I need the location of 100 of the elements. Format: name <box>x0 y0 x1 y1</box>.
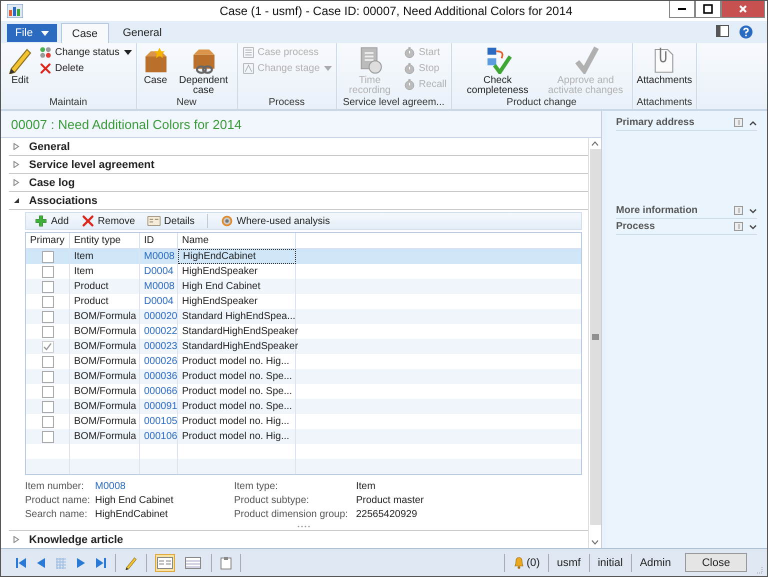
column-header[interactable]: Entity type <box>70 233 140 248</box>
checkbox[interactable] <box>42 430 54 442</box>
previous-record-icon[interactable] <box>35 556 47 568</box>
scroll-down-icon[interactable] <box>591 540 599 545</box>
table-row[interactable]: Item M0008 HighEndCabinet <box>26 249 581 264</box>
checkbox[interactable] <box>42 250 54 262</box>
field-label: Product name: <box>25 495 92 508</box>
checkbox[interactable] <box>42 266 54 278</box>
id-link[interactable]: 000091 <box>140 399 178 414</box>
checkbox[interactable] <box>42 370 54 382</box>
plus-icon <box>34 214 48 228</box>
table-cell: BOM/Formula <box>70 429 140 444</box>
ribbon-tab[interactable]: General <box>112 23 172 43</box>
table-cell: Product model no. Spe... <box>178 399 296 414</box>
expand-arrow-icon <box>13 143 20 150</box>
factbox-header[interactable]: Process <box>616 219 757 235</box>
toolbar-button[interactable]: Remove <box>80 214 136 228</box>
ribbon-button[interactable]: Case <box>140 46 170 96</box>
column-header[interactable]: Name <box>178 233 296 248</box>
table-row[interactable]: BOM/Formula 000106 Product model no. Hig... <box>26 429 581 444</box>
id-link[interactable]: 000020 <box>140 309 178 324</box>
pencil-icon <box>124 556 138 570</box>
group-label: Attachments <box>636 96 692 109</box>
toolbar-button[interactable]: Where-used analysis <box>220 214 330 228</box>
id-link[interactable]: 000106 <box>140 429 178 444</box>
table-row[interactable]: BOM/Formula 000091 Product model no. Spe... <box>26 399 581 414</box>
field-label: Product dimension group: <box>234 509 349 522</box>
checkbox[interactable] <box>42 356 54 368</box>
table-row[interactable]: BOM/Formula 000020 Standard HighEndSpea... <box>26 309 581 324</box>
resize-grip-icon[interactable] <box>296 525 310 528</box>
chevron-down-icon <box>749 208 757 214</box>
ribbon-button[interactable]: Edit <box>5 46 35 96</box>
maximize-button[interactable] <box>695 1 721 18</box>
field-link[interactable]: M0008 <box>95 481 126 494</box>
checkbox[interactable] <box>42 416 54 428</box>
size-grip-icon[interactable] <box>755 566 763 574</box>
section-header[interactable]: Associations <box>9 192 588 210</box>
pencil-icon <box>6 46 34 74</box>
form-view-button[interactable] <box>155 554 175 572</box>
close-button[interactable] <box>721 1 765 18</box>
id-link[interactable]: M0008 <box>140 249 178 264</box>
notifications-button[interactable]: (0) <box>513 556 540 569</box>
app-icon <box>7 4 23 18</box>
section-header[interactable]: Case log <box>9 174 588 192</box>
close-form-button[interactable]: Close <box>685 553 747 572</box>
grid-icon[interactable] <box>55 556 67 568</box>
field-label: Product subtype: <box>234 495 310 508</box>
section-header[interactable]: General <box>9 138 588 156</box>
help-icon[interactable] <box>739 25 753 39</box>
first-record-icon[interactable] <box>15 556 27 568</box>
next-record-icon[interactable] <box>75 556 87 568</box>
ribbon-tab[interactable]: Case <box>61 23 109 43</box>
table-cell: Item <box>70 249 140 264</box>
checkbox[interactable] <box>42 326 54 338</box>
stopwatch-icon <box>402 78 416 91</box>
column-header[interactable]: Primary <box>26 233 70 248</box>
maximize-icon <box>703 4 713 14</box>
group-label: Service level agreem... <box>342 96 446 109</box>
checkbox[interactable] <box>42 280 54 292</box>
ribbon-button[interactable]: Dependent case <box>174 46 232 96</box>
checkbox[interactable] <box>42 386 54 398</box>
expand-arrow-icon <box>13 179 20 186</box>
id-link[interactable]: M0008 <box>140 279 178 294</box>
caret-icon <box>40 30 49 36</box>
scroll-up-icon[interactable] <box>591 141 599 146</box>
toolbar-button[interactable]: Details <box>147 214 195 228</box>
ribbon-button[interactable]: Change status <box>39 46 132 59</box>
table-cell: BOM/Formula <box>70 309 140 324</box>
file-menu-button[interactable]: File <box>7 24 57 42</box>
group-label: Maintain <box>48 96 88 109</box>
grip-icon <box>592 334 598 340</box>
ribbon-button[interactable]: Attachments <box>636 46 692 96</box>
checkbox[interactable] <box>42 340 54 352</box>
id-link[interactable]: 000036 <box>140 369 178 384</box>
field-label: Item type: <box>234 481 279 494</box>
field-value: Item <box>356 481 376 494</box>
factbox-header[interactable]: Primary address <box>616 115 757 131</box>
clipboard-icon[interactable] <box>220 556 232 570</box>
table-row[interactable]: BOM/Formula 000036 Product model no. Spe... <box>26 369 581 384</box>
stopwatch-icon <box>402 62 416 75</box>
toolbar-button[interactable]: Add <box>34 214 69 228</box>
collapse-arrow-icon <box>13 197 20 204</box>
ribbon-button[interactable]: Check completeness <box>456 46 540 96</box>
column-header[interactable]: ID <box>140 233 178 248</box>
ribbon-button[interactable]: Delete <box>39 62 132 75</box>
table-row[interactable]: BOM/Formula 000023 StandardHighEndSpeaker <box>26 339 581 354</box>
group-label: New <box>175 96 198 109</box>
layout-icon[interactable] <box>716 25 729 37</box>
checkbox[interactable] <box>42 296 54 308</box>
scrollbar[interactable] <box>588 138 601 548</box>
minimize-icon <box>678 8 686 10</box>
id-link[interactable]: 000023 <box>140 339 178 354</box>
last-record-icon[interactable] <box>95 556 107 568</box>
table-cell: Standard HighEndSpea... <box>178 309 296 324</box>
factbox-header[interactable]: More information <box>616 203 757 219</box>
minimize-button[interactable] <box>669 1 695 18</box>
checkbox[interactable] <box>42 310 54 322</box>
checkbox[interactable] <box>42 400 54 412</box>
section-header[interactable]: Service level agreement <box>9 156 588 174</box>
table-row[interactable]: Product M0008 High End Cabinet <box>26 279 581 294</box>
